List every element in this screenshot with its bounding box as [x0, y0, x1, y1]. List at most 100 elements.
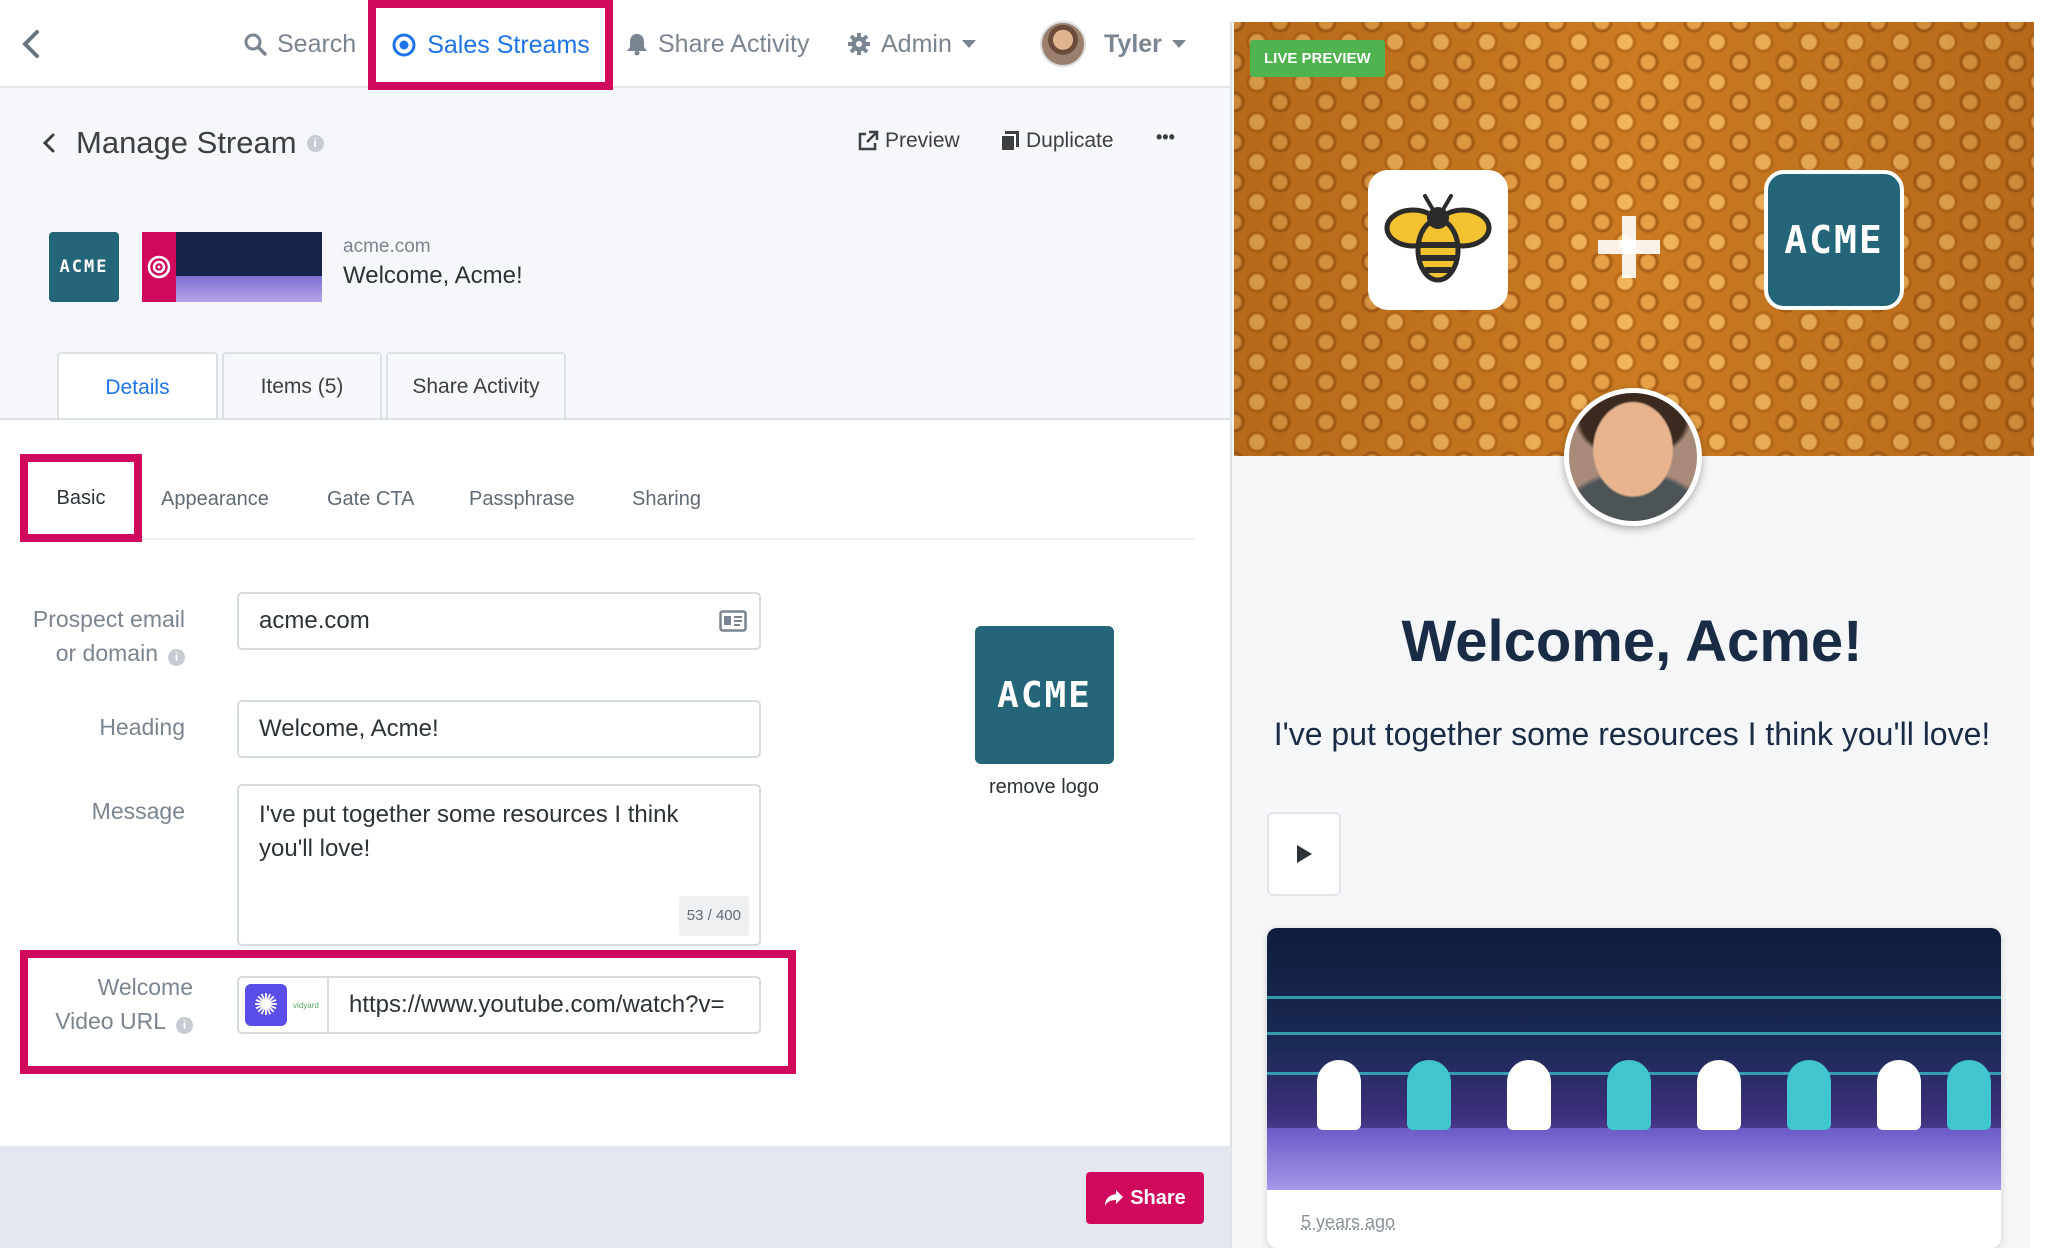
- share-button[interactable]: Share: [1086, 1172, 1204, 1224]
- preview-frame: LIVE PREVIEW ACME Welcome, Acme! I've pu…: [1230, 22, 2034, 1248]
- heading-input[interactable]: Welcome, Acme!: [237, 700, 761, 758]
- manage-stream-header: Manage Stream i Preview Duplicate •••: [40, 125, 1200, 169]
- nav-admin-label: Admin: [881, 29, 952, 58]
- welcome-video-input-group: ✺ vidyard https://www.youtube.com/watch?…: [237, 976, 761, 1034]
- prospect-email-label-line2: or domain i: [0, 636, 185, 670]
- nav-sales-streams[interactable]: Sales Streams: [368, 0, 613, 90]
- preview-label: Preview: [885, 129, 960, 152]
- plus-icon: [1598, 216, 1660, 278]
- company-bee-logo: [1368, 170, 1508, 310]
- editor-panel: Search Sales Streams Share Activity Admi…: [0, 0, 1230, 1248]
- person-figure: [1947, 1060, 1991, 1130]
- summary-title: Welcome, Acme!: [343, 262, 523, 289]
- chevron-left-icon: [22, 30, 39, 58]
- banner-illustration: [176, 276, 322, 302]
- message-textarea[interactable]: I've put together some resources I think…: [237, 784, 761, 946]
- scanline: [1267, 1032, 2001, 1035]
- editor-footer: Share: [0, 1146, 1230, 1248]
- scanline: [1267, 996, 2001, 999]
- play-icon: [1297, 845, 1312, 863]
- nav-share-activity-label: Share Activity: [658, 29, 810, 58]
- top-navigation: Search Sales Streams Share Activity Admi…: [0, 0, 1230, 90]
- back-button[interactable]: [20, 0, 52, 88]
- person-figure: [1317, 1060, 1361, 1130]
- stream-item-card[interactable]: 5 years ago: [1267, 928, 2001, 1248]
- user-name: Tyler: [1104, 29, 1162, 58]
- subtab-appearance[interactable]: Appearance: [161, 458, 269, 540]
- user-avatar: [1040, 21, 1086, 67]
- chevron-left-icon[interactable]: [40, 131, 58, 155]
- tab-share-activity[interactable]: Share Activity: [386, 352, 566, 420]
- target-icon: [392, 33, 416, 57]
- play-video-button[interactable]: [1267, 812, 1341, 896]
- vidyard-icon: ✺: [245, 984, 287, 1026]
- page-title: Manage Stream i: [40, 125, 324, 161]
- banner-thumbnail: [142, 232, 322, 302]
- character-count: 53 / 400: [678, 896, 749, 936]
- subtab-sharing[interactable]: Sharing: [632, 458, 701, 540]
- prospect-email-input[interactable]: acme.com: [237, 592, 761, 650]
- prospect-email-value: acme.com: [259, 607, 370, 634]
- preview-heading: Welcome, Acme!: [1401, 609, 1863, 674]
- tab-items[interactable]: Items (5): [222, 352, 382, 420]
- welcome-video-url-input[interactable]: https://www.youtube.com/watch?v=: [329, 978, 759, 1032]
- person-figure: [1877, 1060, 1921, 1130]
- details-card: Basic Appearance Gate CTA Passphrase Sha…: [0, 418, 1230, 1146]
- person-figure: [1697, 1060, 1741, 1130]
- external-link-icon: [858, 130, 879, 151]
- duplicate-label: Duplicate: [1026, 129, 1114, 152]
- more-options-button[interactable]: •••: [1156, 127, 1175, 148]
- nav-search-label: Search: [277, 29, 357, 58]
- stream-logo: ACME: [975, 626, 1114, 764]
- item-thumbnail: [1267, 928, 2001, 1190]
- sales-rep-avatar: [1564, 388, 1702, 526]
- nav-admin-menu[interactable]: Admin: [847, 0, 976, 88]
- share-label: Share: [1130, 1186, 1186, 1209]
- copy-icon: [1000, 131, 1019, 152]
- subtab-basic[interactable]: Basic: [20, 454, 142, 542]
- remove-logo-link[interactable]: remove logo: [944, 776, 1144, 799]
- video-provider-addon[interactable]: ✺ vidyard: [239, 978, 329, 1032]
- page-title-text: Manage Stream: [76, 125, 297, 160]
- caret-down-icon: [961, 40, 976, 48]
- live-preview-badge: LIVE PREVIEW: [1250, 40, 1385, 77]
- welcome-video-label-line1: Welcome: [97, 974, 193, 1000]
- preview-button[interactable]: Preview: [857, 129, 960, 153]
- nav-search[interactable]: Search: [243, 0, 356, 88]
- welcome-video-label-line2-text: Video URL: [55, 1008, 166, 1034]
- sub-tabs: Basic Appearance Gate CTA Passphrase Sha…: [20, 454, 1195, 542]
- tab-details[interactable]: Details: [57, 352, 218, 422]
- person-figure: [1607, 1060, 1651, 1130]
- user-menu[interactable]: Tyler: [1040, 0, 1186, 88]
- nav-share-activity[interactable]: Share Activity: [626, 0, 809, 88]
- person-figure: [1407, 1060, 1451, 1130]
- prospect-email-label-line2-text: or domain: [55, 640, 158, 666]
- share-arrow-icon: [1105, 1190, 1124, 1206]
- subtab-gate-cta[interactable]: Gate CTA: [327, 458, 414, 540]
- person-figure: [1787, 1060, 1831, 1130]
- welcome-video-label-line2: Video URL i: [28, 1004, 193, 1038]
- target-icon: [147, 255, 171, 279]
- vidyard-wordmark: vidyard: [293, 1000, 319, 1010]
- subtab-passphrase[interactable]: Passphrase: [469, 458, 575, 540]
- info-icon[interactable]: i: [168, 649, 185, 666]
- person-figure: [1507, 1060, 1551, 1130]
- prospect-logo: ACME: [49, 232, 119, 302]
- contact-card-icon[interactable]: [719, 610, 747, 632]
- welcome-video-row: Welcome Video URL i ✺ vidyard https://www…: [20, 950, 796, 1074]
- info-icon[interactable]: i: [306, 134, 324, 152]
- nav-sales-streams-label: Sales Streams: [427, 30, 590, 59]
- desk: [1267, 1128, 2001, 1190]
- live-preview-panel: LIVE PREVIEW ACME Welcome, Acme! I've pu…: [1230, 0, 2048, 1248]
- prospect-email-label-line1: Prospect email: [32, 606, 185, 632]
- item-timestamp: 5 years ago: [1301, 1212, 1396, 1232]
- heading-label: Heading: [99, 714, 185, 740]
- gear-icon: [848, 33, 870, 55]
- message-value: I've put together some resources I think…: [259, 801, 679, 862]
- message-label: Message: [91, 798, 185, 824]
- prospect-email-label: Prospect email or domain i: [0, 602, 185, 670]
- search-icon: [244, 33, 267, 56]
- bell-icon: [627, 34, 647, 56]
- duplicate-button[interactable]: Duplicate: [1000, 129, 1114, 153]
- info-icon[interactable]: i: [176, 1017, 193, 1034]
